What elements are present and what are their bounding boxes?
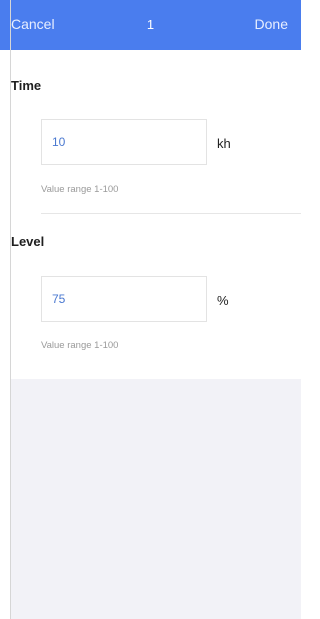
edit-screen: Cancel 1 Done Time kh Value range 1-100 … (0, 0, 301, 619)
level-range-hint: Value range 1-100 (41, 340, 119, 351)
level-label: Level (11, 234, 45, 249)
time-unit: kh (217, 136, 231, 151)
left-edge-line (10, 0, 11, 619)
form-section: Time kh Value range 1-100 Level % Value … (11, 50, 301, 379)
field-divider (41, 213, 301, 214)
navigation-bar: Cancel 1 Done (0, 0, 301, 50)
level-unit: % (217, 293, 229, 308)
time-input[interactable] (41, 119, 207, 165)
done-button[interactable]: Done (255, 16, 288, 32)
time-label: Time (11, 78, 42, 93)
time-range-hint: Value range 1-100 (41, 184, 119, 195)
empty-background-area (11, 379, 301, 619)
level-input[interactable] (41, 276, 207, 322)
